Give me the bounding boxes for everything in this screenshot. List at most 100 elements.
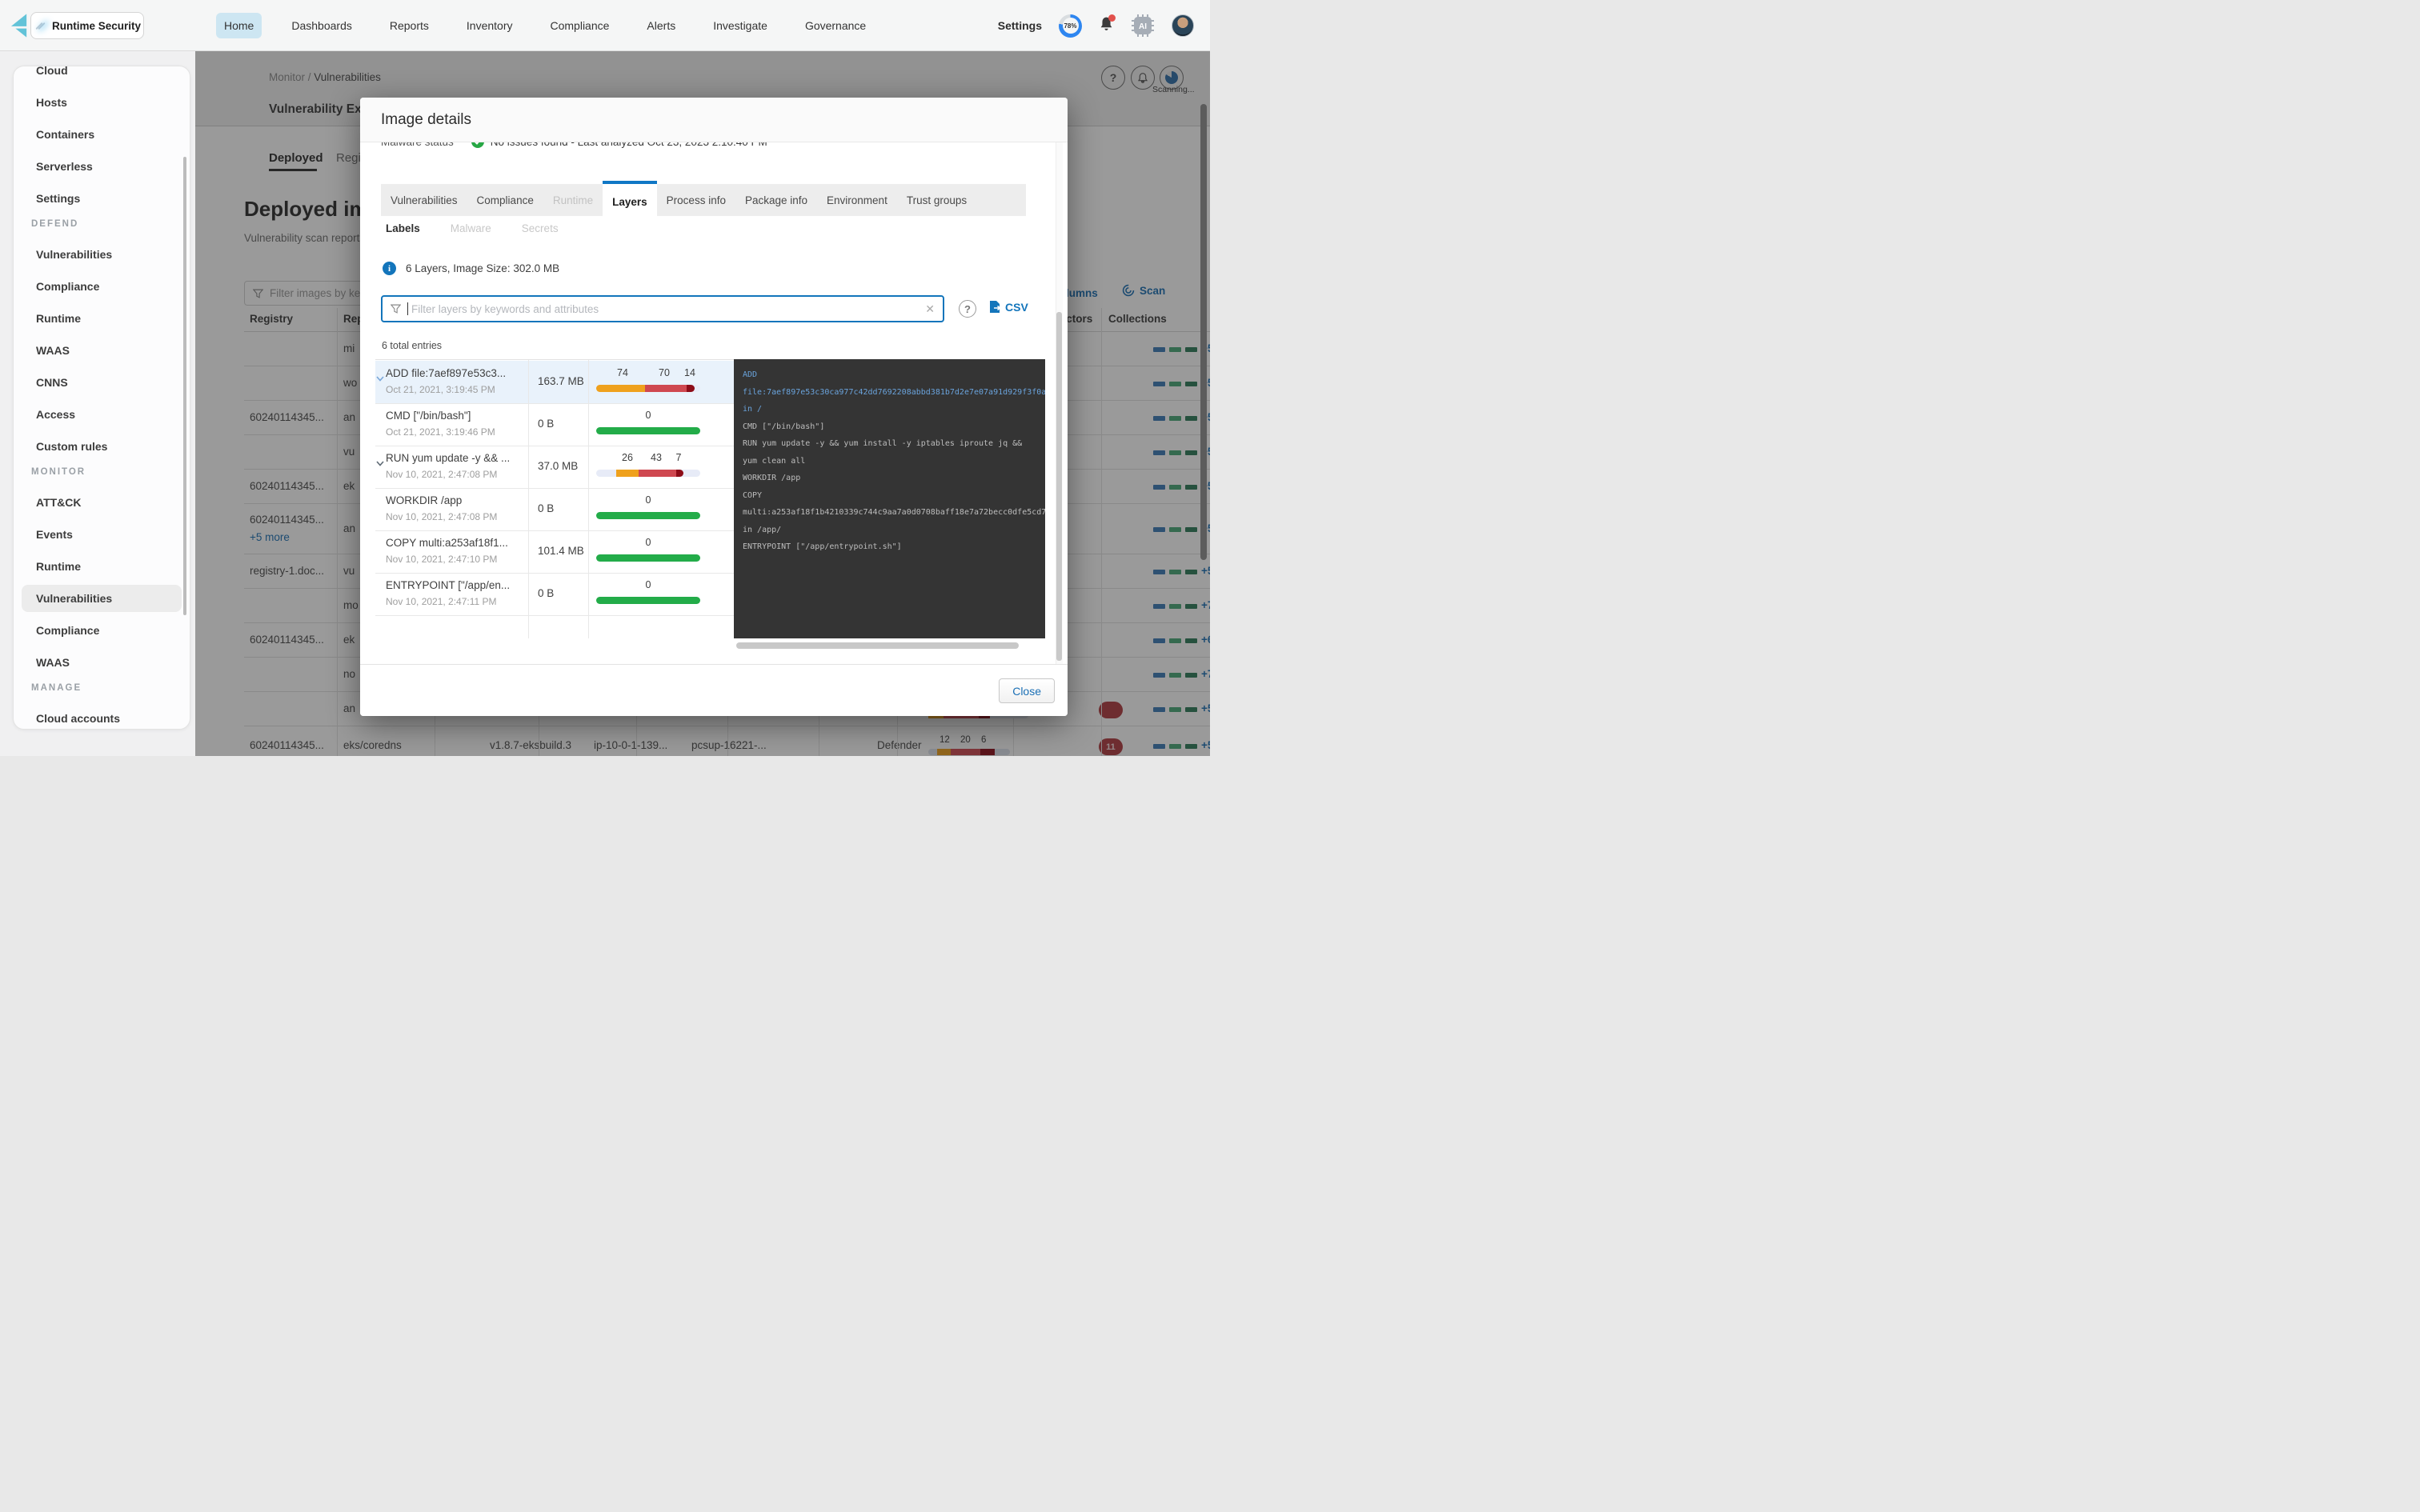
notifications-bell[interactable] bbox=[1099, 16, 1114, 36]
vulnerability-bar-zero bbox=[596, 512, 700, 519]
sidebar-item-label: WAAS bbox=[36, 656, 70, 669]
notification-dot bbox=[1108, 14, 1116, 22]
sidebar-item-label: Compliance bbox=[36, 624, 99, 637]
modal-tabs: VulnerabilitiesComplianceRuntimeLayersPr… bbox=[381, 184, 1026, 216]
sidebar-item-att-ck[interactable]: ATT&CK bbox=[14, 486, 190, 518]
top-navigation-bar: Runtime Security Home Dashboards Reports In… bbox=[0, 0, 1210, 51]
sidebar-item-hosts[interactable]: Hosts bbox=[14, 86, 190, 118]
modal-tab-process-info[interactable]: Process info bbox=[657, 184, 735, 216]
vulnerability-count: 14 bbox=[684, 367, 695, 378]
product-switcher-label: Runtime Security bbox=[52, 20, 141, 32]
sidebar-item-events[interactable]: Events bbox=[14, 518, 190, 550]
layer-row[interactable]: CMD ["/bin/bash"]Oct 21, 2021, 3:19:46 P… bbox=[375, 403, 734, 446]
layer-date: Nov 10, 2021, 2:47:10 PM bbox=[386, 554, 497, 565]
code-line: CMD ["/bin/bash"] bbox=[743, 418, 1045, 436]
app-window: Monitor / Vulnerabilities Vulnerability … bbox=[0, 0, 1210, 756]
usage-progress-ring[interactable]: 78% bbox=[1059, 14, 1082, 38]
code-line: in /app/ bbox=[743, 522, 1045, 539]
sidebar-scrollbar[interactable] bbox=[183, 157, 186, 615]
modal-subtabs: Labels Malware Secrets bbox=[386, 222, 559, 234]
sidebar-item-runtime[interactable]: Runtime bbox=[14, 550, 190, 582]
sidebar-item-label: Events bbox=[36, 528, 73, 541]
layer-date: Oct 21, 2021, 3:19:46 PM bbox=[386, 426, 495, 438]
nav-home[interactable]: Home bbox=[216, 13, 262, 38]
code-line: RUN yum update -y && yum install -y ipta… bbox=[743, 435, 1045, 453]
modal-tab-vulnerabilities[interactable]: Vulnerabilities bbox=[381, 184, 467, 216]
usage-progress-value: 78% bbox=[1063, 18, 1079, 34]
sidebar-item-serverless[interactable]: Serverless bbox=[14, 150, 190, 182]
vulnerability-count: 0 bbox=[646, 537, 651, 548]
code-line: ADD bbox=[743, 366, 1045, 384]
csv-export-button[interactable]: CSV bbox=[989, 300, 1028, 314]
sidebar-item-cnns[interactable]: CNNS bbox=[14, 366, 190, 398]
brand-logo[interactable] bbox=[10, 13, 28, 38]
sidebar-item-label: Access bbox=[36, 408, 75, 421]
nav-reports[interactable]: Reports bbox=[382, 13, 437, 38]
main-nav: Home Dashboards Reports Inventory Compliance… bbox=[216, 0, 874, 51]
sidebar-item-waas[interactable]: WAAS bbox=[14, 334, 190, 366]
sidebar-item-custom-rules[interactable]: Custom rules bbox=[14, 430, 190, 462]
layer-row[interactable]: RUN yum update -y && ...Nov 10, 2021, 2:… bbox=[375, 446, 734, 488]
sidebar-item-cloud[interactable]: Cloud bbox=[14, 66, 190, 86]
layers-summary-row: i 6 Layers, Image Size: 302.0 MB bbox=[383, 262, 559, 275]
modal-subtab-malware: Malware bbox=[451, 222, 491, 234]
layers-filter-input[interactable]: Filter layers by keywords and attributes… bbox=[381, 295, 944, 322]
sidebar-item-waas[interactable]: WAAS bbox=[14, 646, 190, 678]
clear-filter-icon[interactable]: ✕ bbox=[925, 302, 935, 316]
modal-tab-compliance[interactable]: Compliance bbox=[467, 184, 543, 216]
expand-chevron-icon[interactable] bbox=[376, 456, 384, 470]
sidebar-item-label: Hosts bbox=[36, 96, 67, 109]
sidebar-item-cloud-accounts[interactable]: Cloud accounts bbox=[14, 702, 190, 730]
sidebar-item-access[interactable]: Access bbox=[14, 398, 190, 430]
top-bar-right-cluster: Settings 78% AI bbox=[998, 0, 1194, 51]
expand-chevron-icon[interactable] bbox=[376, 371, 384, 386]
modal-tab-trust-groups[interactable]: Trust groups bbox=[897, 184, 976, 216]
nav-compliance[interactable]: Compliance bbox=[542, 13, 617, 38]
nav-investigate[interactable]: Investigate bbox=[705, 13, 775, 38]
product-switcher[interactable]: Runtime Security bbox=[30, 12, 144, 39]
code-line: WORKDIR /app bbox=[743, 470, 1045, 487]
sidebar-item-compliance[interactable]: Compliance bbox=[14, 270, 190, 302]
nav-alerts[interactable]: Alerts bbox=[639, 13, 683, 38]
modal-subtab-secrets: Secrets bbox=[522, 222, 559, 234]
layers-table: Details Size Vulnerabilities ADD file:7a… bbox=[375, 359, 734, 638]
csv-export-label: CSV bbox=[1005, 301, 1028, 314]
sidebar-item-containers[interactable]: Containers bbox=[14, 118, 190, 150]
sidebar-item-vulnerabilities[interactable]: Vulnerabilities bbox=[14, 238, 190, 270]
nav-dashboards[interactable]: Dashboards bbox=[283, 13, 360, 38]
code-horizontal-scrollbar[interactable] bbox=[736, 642, 1019, 649]
modal-tab-layers[interactable]: Layers bbox=[603, 181, 657, 219]
vulnerability-count: 0 bbox=[646, 579, 651, 590]
filter-funnel-icon bbox=[391, 304, 401, 314]
code-line: in / bbox=[743, 401, 1045, 418]
sidebar-item-label: CNNS bbox=[36, 376, 68, 389]
user-avatar[interactable] bbox=[1172, 14, 1194, 37]
layers-summary: 6 Layers, Image Size: 302.0 MB bbox=[406, 262, 559, 274]
layer-row[interactable]: ENTRYPOINT ["/app/en...Nov 10, 2021, 2:4… bbox=[375, 573, 734, 615]
nav-inventory[interactable]: Inventory bbox=[459, 13, 521, 38]
sidebar-item-compliance[interactable]: Compliance bbox=[14, 614, 190, 646]
ai-copilot-icon[interactable]: AI bbox=[1131, 14, 1155, 38]
nav-governance[interactable]: Governance bbox=[797, 13, 874, 38]
close-button[interactable]: Close bbox=[999, 678, 1055, 703]
layer-size: 163.7 MB bbox=[538, 375, 584, 387]
settings-link[interactable]: Settings bbox=[998, 19, 1042, 32]
modal-tab-package-info[interactable]: Package info bbox=[735, 184, 817, 216]
vulnerability-count: 0 bbox=[646, 494, 651, 506]
vulnerability-bar-segment bbox=[687, 385, 695, 392]
modal-tab-environment[interactable]: Environment bbox=[817, 184, 897, 216]
layer-row[interactable]: COPY multi:a253af18f1...Nov 10, 2021, 2:… bbox=[375, 530, 734, 573]
modal-title: Image details bbox=[381, 111, 471, 129]
column-divider bbox=[588, 360, 589, 638]
vulnerability-count: 43 bbox=[651, 452, 662, 463]
sidebar-item-runtime[interactable]: Runtime bbox=[14, 302, 190, 334]
filter-help-button[interactable]: ? bbox=[959, 300, 976, 318]
row-divider bbox=[375, 615, 734, 616]
sidebar-item-label: Runtime bbox=[36, 312, 81, 325]
modal-scrollbar-thumb[interactable] bbox=[1056, 312, 1062, 661]
modal-subtab-labels[interactable]: Labels bbox=[386, 222, 420, 234]
layer-row[interactable]: WORKDIR /appNov 10, 2021, 2:47:08 PM0 B0 bbox=[375, 488, 734, 530]
layer-row[interactable]: ADD file:7aef897e53c3...Oct 21, 2021, 3:… bbox=[375, 361, 734, 403]
sidebar-item-settings[interactable]: Settings bbox=[14, 182, 190, 214]
sidebar-item-vulnerabilities[interactable]: Vulnerabilities bbox=[14, 582, 190, 614]
